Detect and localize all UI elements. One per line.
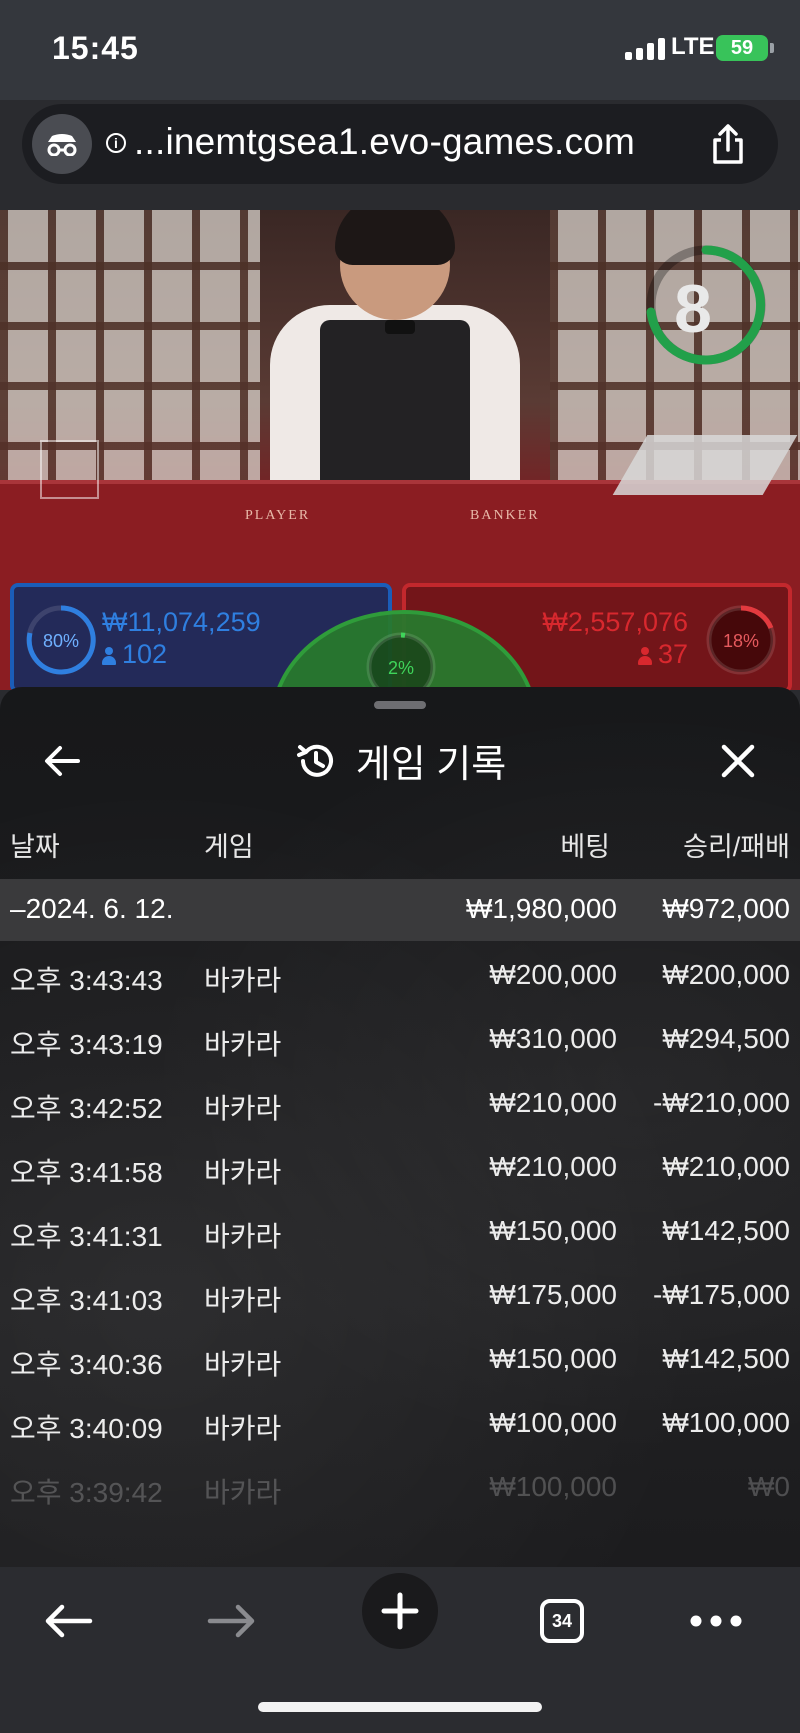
history-icon: [296, 744, 333, 777]
row-bet: ₩150,000: [489, 1215, 617, 1246]
row-time: 오후 3:42:52: [10, 1093, 163, 1124]
row-time: 오후 3:40:09: [10, 1413, 163, 1444]
row-bet: ₩100,000: [489, 1471, 617, 1502]
game-history-sheet: 게임 기록 날짜 게임 베팅 승리/패배 –2024. 6. 12. ₩1,98…: [0, 687, 800, 1567]
summary-bet: ₩1,980,000: [466, 893, 617, 924]
column-game[interactable]: 게임: [204, 825, 254, 864]
dealer-bowtie: [385, 320, 415, 334]
back-icon[interactable]: [32, 1585, 104, 1657]
row-result: -₩175,000: [653, 1279, 790, 1310]
player-bet-amount: ₩11,074,259: [102, 607, 261, 637]
network-type: LTE: [671, 33, 715, 60]
battery-level: 59: [730, 36, 754, 59]
person-icon: [637, 647, 652, 665]
card-holder: [40, 440, 99, 499]
sheet-header: 게임 기록: [0, 733, 800, 788]
row-bet: ₩150,000: [489, 1343, 617, 1374]
sheet-title: 게임 기록: [355, 744, 507, 786]
table-row[interactable]: 오후 3:40:36 바카라 ₩150,000 ₩142,500: [0, 1326, 800, 1390]
row-game: 바카라: [204, 1157, 282, 1188]
row-game: 바카라: [204, 1477, 282, 1508]
row-game: 바카라: [204, 1221, 282, 1252]
banker-bet-amount: ₩2,557,076: [542, 607, 688, 637]
player-bettor-count: 102: [102, 639, 167, 670]
row-bet: ₩100,000: [489, 1407, 617, 1438]
column-bet[interactable]: 베팅: [560, 825, 610, 864]
table-row[interactable]: 오후 3:41:58 바카라 ₩210,000 ₩210,000: [0, 1134, 800, 1198]
date-summary-row[interactable]: –2024. 6. 12. ₩1,980,000 ₩972,000: [0, 879, 800, 941]
summary-win-loss: ₩972,000: [662, 893, 790, 924]
row-result: ₩0: [748, 1471, 790, 1502]
row-game: 바카라: [204, 965, 282, 996]
history-table-header: 날짜 게임 베팅 승리/패배: [0, 825, 800, 865]
countdown-number: 8: [674, 271, 712, 347]
row-bet: ₩210,000: [489, 1151, 617, 1182]
history-rows: 오후 3:43:43 바카라 ₩200,000 ₩200,000 오후 3:43…: [0, 942, 800, 1518]
row-result: ₩210,000: [662, 1151, 790, 1182]
decorative-screen-left: [0, 210, 260, 510]
row-bet: ₩175,000: [489, 1279, 617, 1310]
incognito-icon[interactable]: [32, 114, 92, 174]
table-row[interactable]: 오후 3:41:03 바카라 ₩175,000 -₩175,000: [0, 1262, 800, 1326]
row-time: 오후 3:43:19: [10, 1029, 163, 1060]
row-game: 바카라: [204, 1029, 282, 1060]
share-icon[interactable]: [710, 122, 746, 171]
table-row[interactable]: 오후 3:43:43 바카라 ₩200,000 ₩200,000: [0, 942, 800, 1006]
address-bar[interactable]: i ...inemtgsea1.evo-games.com: [22, 104, 778, 184]
status-time: 15:45: [52, 30, 139, 66]
row-result: ₩294,500: [662, 1023, 790, 1054]
status-bar: 15:45 LTE 59: [0, 0, 800, 100]
row-time: 오후 3:41:58: [10, 1157, 163, 1188]
battery-icon: 59: [716, 35, 774, 61]
table-row[interactable]: 오후 3:42:52 바카라 ₩210,000 -₩210,000: [0, 1070, 800, 1134]
table-label-player: PLAYER: [245, 508, 311, 523]
plus-icon: [381, 1592, 419, 1630]
column-date[interactable]: 날짜: [10, 825, 60, 864]
row-bet: ₩310,000: [489, 1023, 617, 1054]
table-row[interactable]: 오후 3:41:31 바카라 ₩150,000 ₩142,500: [0, 1198, 800, 1262]
row-result: ₩142,500: [662, 1343, 790, 1374]
banker-count-value: 37: [657, 639, 688, 669]
row-time: 오후 3:43:43: [10, 965, 163, 996]
row-game: 바카라: [204, 1093, 282, 1124]
close-icon[interactable]: [716, 739, 760, 783]
row-time: 오후 3:41:31: [10, 1221, 163, 1252]
url-text[interactable]: ...inemtgsea1.evo-games.com: [134, 121, 635, 163]
table-label-banker: BANKER: [470, 508, 540, 523]
row-game: 바카라: [204, 1285, 282, 1316]
player-percent: 80%: [42, 631, 80, 651]
tab-count: 34: [540, 1599, 584, 1643]
row-time: 오후 3:39:42: [10, 1477, 163, 1508]
column-win-loss[interactable]: 승리/패배: [683, 825, 790, 864]
more-options-icon[interactable]: [680, 1585, 752, 1657]
tie-percent: 2%: [387, 658, 414, 678]
player-count-value: 102: [122, 639, 168, 669]
dealer-hair: [335, 210, 455, 265]
row-time: 오후 3:40:36: [10, 1349, 163, 1380]
info-icon[interactable]: i: [106, 133, 126, 153]
row-result: -₩210,000: [653, 1087, 790, 1118]
signal-strength-icon: [625, 38, 665, 60]
row-bet: ₩200,000: [489, 959, 617, 990]
person-icon: [102, 647, 116, 665]
row-bet: ₩210,000: [489, 1087, 617, 1118]
row-result: ₩200,000: [662, 959, 790, 990]
home-indicator[interactable]: [258, 1702, 542, 1712]
row-game: 바카라: [204, 1349, 282, 1380]
summary-date: –2024. 6. 12.: [10, 893, 174, 924]
new-tab-button[interactable]: [362, 1573, 438, 1649]
forward-icon[interactable]: [196, 1585, 268, 1657]
row-time: 오후 3:41:03: [10, 1285, 163, 1316]
row-result: ₩100,000: [662, 1407, 790, 1438]
banker-bettor-count: 37: [637, 639, 688, 670]
sheet-grabber[interactable]: [374, 701, 426, 709]
row-result: ₩142,500: [662, 1215, 790, 1246]
table-row[interactable]: 오후 3:39:42 바카라 ₩100,000 ₩0: [0, 1454, 800, 1518]
banker-percent: 18%: [722, 631, 760, 651]
table-row[interactable]: 오후 3:43:19 바카라 ₩310,000 ₩294,500: [0, 1006, 800, 1070]
row-game: 바카라: [204, 1413, 282, 1444]
table-row[interactable]: 오후 3:40:09 바카라 ₩100,000 ₩100,000: [0, 1390, 800, 1454]
tabs-button[interactable]: 34: [526, 1585, 598, 1657]
